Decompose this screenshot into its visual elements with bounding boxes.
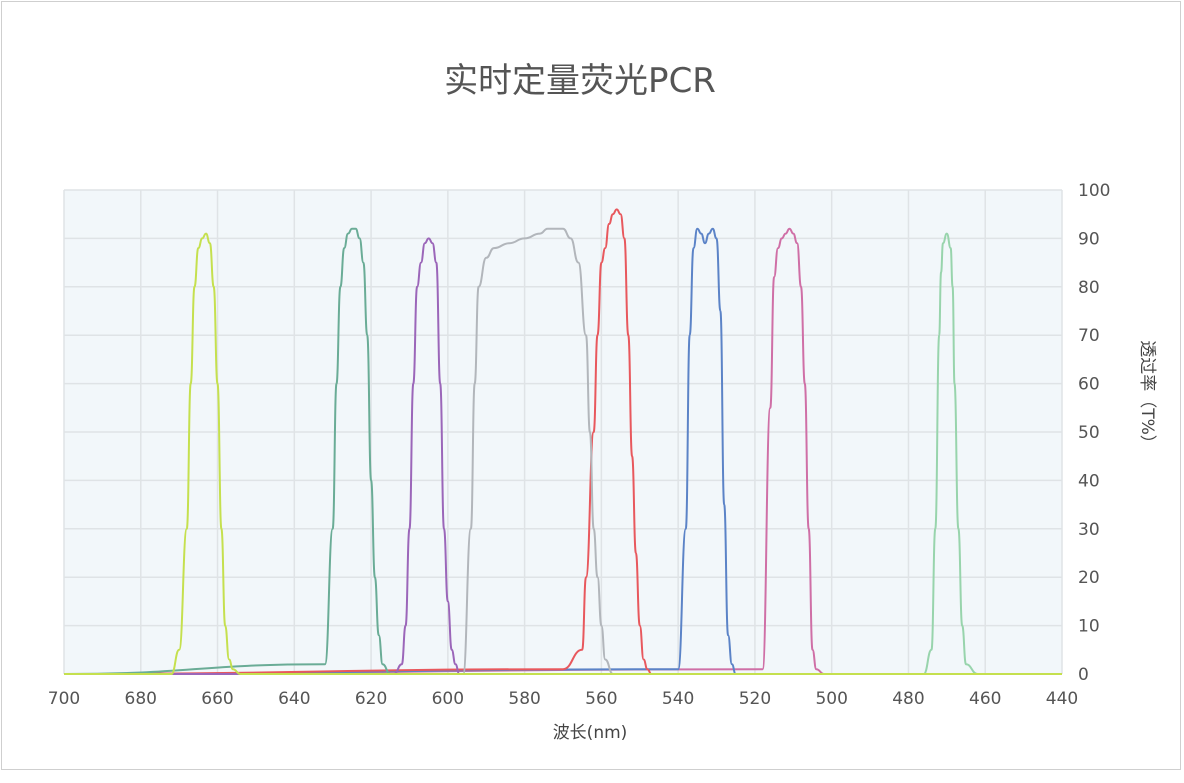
x-tick-label: 640: [278, 689, 310, 709]
x-tick-labels: 440 460 480 500 520 540 560 580 600 620 640 660 680 7…: [48, 689, 1078, 709]
x-tick-label: 520: [739, 689, 771, 709]
y-tick-label: 20: [1078, 568, 1100, 588]
x-tick-label: 560: [585, 689, 617, 709]
x-tick-label: 500: [815, 689, 847, 709]
y-tick-label: 50: [1078, 423, 1100, 443]
y-tick-label: 90: [1078, 229, 1100, 249]
y-tick-label: 80: [1078, 278, 1100, 298]
y-tick-label: 100: [1078, 181, 1110, 201]
y-tick-label: 0: [1078, 665, 1089, 685]
y-tick-label: 30: [1078, 520, 1100, 540]
x-tick-label: 620: [355, 689, 387, 709]
x-tick-label: 480: [892, 689, 924, 709]
x-tick-label: 680: [125, 689, 157, 709]
x-axis-label: 波长(nm): [553, 723, 628, 743]
x-tick-label: 460: [969, 689, 1001, 709]
x-tick-label: 540: [662, 689, 694, 709]
x-tick-label: 660: [201, 689, 233, 709]
y-tick-label: 10: [1078, 617, 1100, 637]
y-tick-label: 70: [1078, 326, 1100, 346]
y-tick-label: 40: [1078, 471, 1100, 491]
chart-title: 实时定量荧光PCR: [444, 61, 716, 101]
y-axis-label: 透过率（T%）: [1137, 340, 1157, 452]
x-tick-label: 700: [48, 689, 80, 709]
x-tick-label: 600: [432, 689, 464, 709]
x-tick-label: 440: [1046, 689, 1078, 709]
y-tick-labels: 0 10 20 30 40 50 60 70 80 90 100: [1078, 181, 1110, 685]
chart-canvas: 实时定量荧光PCR 440460480500520540560580600620…: [48, 61, 1157, 743]
y-tick-label: 60: [1078, 375, 1100, 395]
x-tick-label: 580: [508, 689, 540, 709]
